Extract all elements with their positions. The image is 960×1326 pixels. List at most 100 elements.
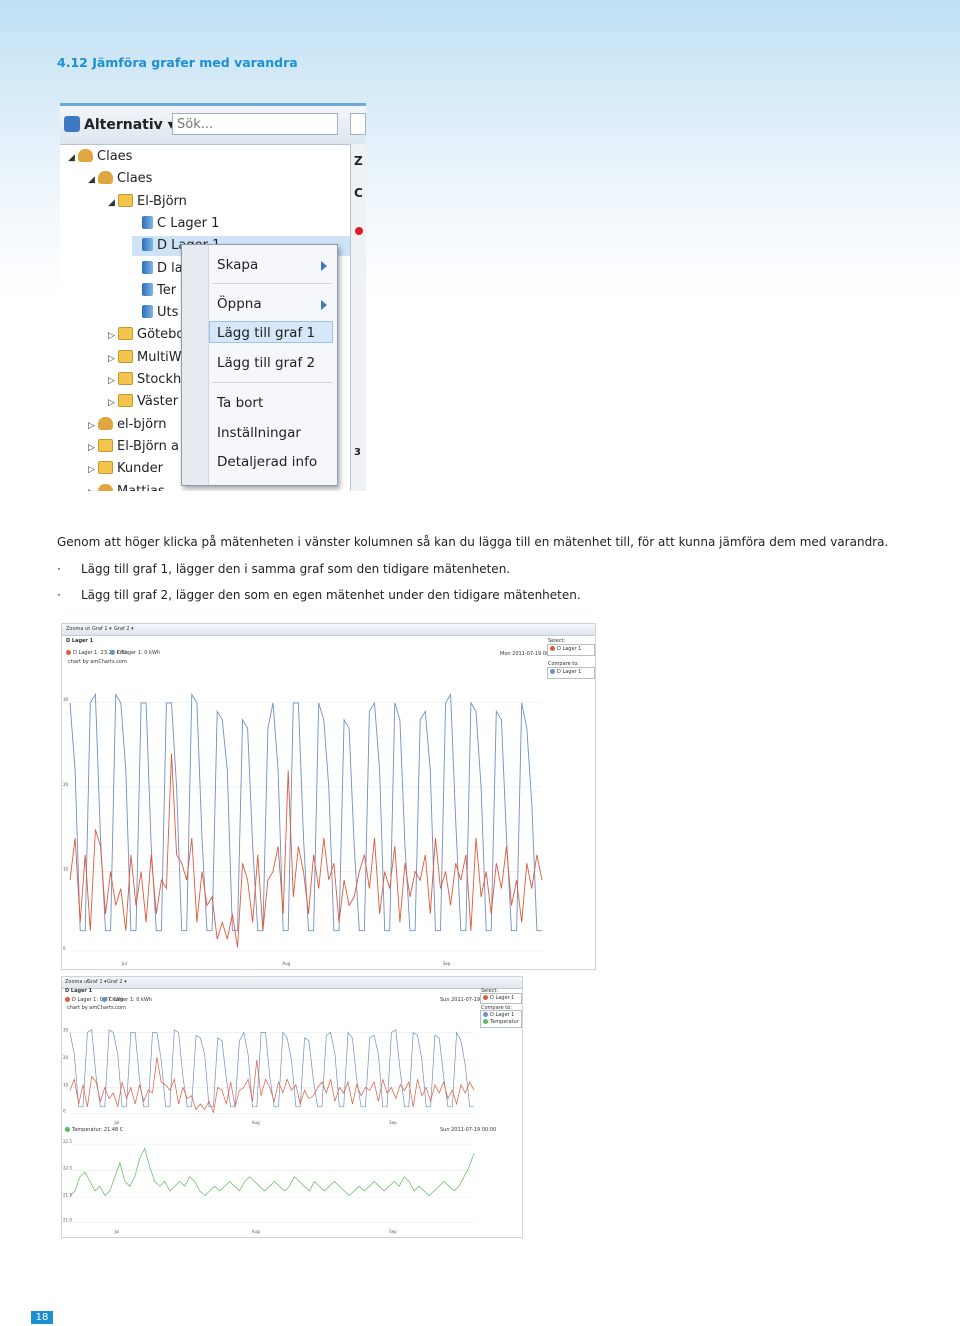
user-icon <box>98 416 113 430</box>
x-tick-label: Jul <box>113 1120 119 1125</box>
menu-item-oppna[interactable]: Öppna <box>217 294 262 314</box>
tree-node-label: D la <box>157 260 183 276</box>
page-number: 18 <box>31 1311 53 1324</box>
chart-title: D Lager 1 <box>65 988 93 994</box>
select-value: D Lager 1 <box>483 995 514 1001</box>
select-value-text: D Lager 1 <box>490 995 515 1001</box>
collapse-arrow-icon[interactable]: ▷ <box>88 483 98 492</box>
y-tick-label: 21.0 <box>63 1217 72 1222</box>
series-dot-icon <box>483 1012 488 1017</box>
select-dropdown[interactable]: D Lager 1 <box>547 644 595 656</box>
bullet-item-1: · Lägg till graf 1, lägger den i samma gr… <box>57 562 510 576</box>
compare-list[interactable]: D Lager 1 <box>547 667 595 679</box>
tree-node[interactable]: D la <box>132 259 183 279</box>
tree-node[interactable]: ◢ Claes <box>68 147 132 167</box>
right-panel-edge: Z C 3 <box>350 144 366 491</box>
bullet-text: Lägg till graf 2, lägger den som en egen… <box>81 588 581 602</box>
toolbar-side-field[interactable] <box>350 113 366 135</box>
menu-item-skapa[interactable]: Skapa <box>217 255 258 275</box>
tree-node-label: Kunder <box>117 461 163 477</box>
legend-item: C Lager 1: 0 kWh <box>110 650 160 656</box>
collapse-arrow-icon[interactable]: ▷ <box>88 438 98 458</box>
y-tick-label: 0 <box>63 1108 66 1113</box>
y-tick-label: 20 <box>63 782 69 787</box>
series-line-d-lager-1 <box>69 1057 475 1114</box>
user-group-icon <box>78 149 93 162</box>
tree-node-label: Väster <box>137 394 179 410</box>
expand-arrow-icon[interactable]: ◢ <box>68 148 78 168</box>
menu-item-label: Skapa <box>217 257 259 273</box>
graf-1-menu[interactable]: Graf 1 ▾ <box>92 624 112 635</box>
tree-node-label: Stockh <box>137 372 182 387</box>
meter-icon <box>142 282 153 296</box>
menu-item-label: Detaljerad info <box>217 454 318 470</box>
intro-paragraph: Genom att höger klicka på mätenheten i v… <box>57 535 889 549</box>
alternativ-menu-button[interactable]: Alternativ ▾ <box>64 114 175 136</box>
collapse-arrow-icon[interactable]: ▷ <box>108 349 118 369</box>
collapse-arrow-icon[interactable]: ▷ <box>88 460 98 480</box>
bullet-item-2: · Lägg till graf 2, lägger den som en ege… <box>57 588 581 602</box>
chart-screenshot-graf-2: Zooma ut Graf 1 ▾ Graf 2 ▾ D Lager 1 D L… <box>61 976 523 1238</box>
x-tick-label: Sep <box>389 1120 397 1125</box>
chart-plot-graf-2-upper: 0 10 20 30 Jul Aug Sep <box>63 1027 475 1125</box>
alternativ-label: Alternativ <box>84 117 163 133</box>
tree-context-menu-screenshot: Alternativ ▾ ◢ Claes ◢ Claes ◢ El-Björn C Lage… <box>60 103 366 491</box>
chart-title: D Lager 1 <box>66 638 94 644</box>
graf-2-menu[interactable]: Graf 2 ▾ <box>114 624 134 635</box>
tree-node[interactable]: ▷ Väster <box>108 392 178 412</box>
menu-item-lagg-till-graf-2[interactable]: Lägg till graf 2 <box>217 353 315 373</box>
menu-item-detaljerad-info[interactable]: Detaljerad info <box>217 452 317 472</box>
context-menu: Skapa Öppna Lägg till graf 1 Lägg till g… <box>181 244 338 486</box>
right-strip-text-2: C <box>354 186 363 200</box>
series-dot-icon <box>550 646 555 651</box>
select-dropdown[interactable]: D Lager 1 <box>480 993 522 1004</box>
collapse-arrow-icon[interactable]: ▷ <box>108 393 118 413</box>
legend-dot-icon <box>65 1127 70 1132</box>
tree-node[interactable]: ▷ Kunder <box>88 459 163 479</box>
legend-text: C Lager 1: 0 kWh <box>109 997 153 1003</box>
menu-item-ta-bort[interactable]: Ta bort <box>217 393 263 413</box>
tree-node[interactable]: ◢ Claes <box>88 169 152 189</box>
tree-node[interactable]: ▷ Mattias <box>88 482 165 492</box>
collapse-arrow-icon[interactable]: ▷ <box>88 416 98 436</box>
tree-node[interactable]: ▷ MultiW <box>108 348 182 368</box>
compare-list[interactable]: D Lager 1 Temperatur <box>480 1010 522 1028</box>
zoom-out-button[interactable]: Zooma ut <box>66 624 90 635</box>
menu-separator <box>212 283 332 284</box>
menu-item-label: Inställningar <box>217 425 301 441</box>
tree-node[interactable]: ▷ el-björn <box>88 415 166 435</box>
x-tick-label: Jul <box>113 1229 119 1234</box>
submenu-arrow-icon <box>321 261 327 271</box>
graf-1-menu[interactable]: Graf 1 ▾ <box>87 977 107 988</box>
y-tick-label: 22.5 <box>63 1139 72 1144</box>
tree-node[interactable]: ▷ Götebo <box>108 325 184 345</box>
chart-screenshot-graf-1: Zooma ut Graf 1 ▾ Graf 2 ▾ D Lager 1 D L… <box>61 623 596 970</box>
menu-item-label: Ta bort <box>217 395 264 411</box>
y-tick-label: 10 <box>63 866 69 871</box>
right-strip-text-1: Z <box>354 154 363 168</box>
tree-node[interactable]: ◢ El-Björn <box>108 192 187 212</box>
context-menu-gutter <box>182 245 209 485</box>
tree-node[interactable]: ▷ El-Björn a <box>88 437 179 457</box>
tree-node[interactable]: Uts <box>132 303 178 323</box>
collapse-arrow-icon[interactable]: ▷ <box>108 371 118 391</box>
compare-item-text: Temperatur <box>490 1019 519 1025</box>
collapse-arrow-icon[interactable]: ▷ <box>108 326 118 346</box>
tree-node-label: Mattias <box>117 483 165 492</box>
tree-node[interactable]: ▷ Stockh <box>108 370 181 390</box>
bullet-icon: · <box>57 588 61 602</box>
compare-item: D Lager 1 <box>550 669 581 675</box>
expand-arrow-icon[interactable]: ◢ <box>108 193 118 213</box>
app-icon <box>64 116 80 132</box>
expand-arrow-icon[interactable]: ◢ <box>88 170 98 190</box>
tree-node[interactable]: C Lager 1 <box>132 214 219 234</box>
legend-dot-icon <box>110 650 115 655</box>
zoom-out-button[interactable]: Zooma ut <box>65 977 89 988</box>
meter-icon <box>142 215 153 229</box>
series-line-d-lager-1 <box>69 753 543 948</box>
menu-item-installningar[interactable]: Inställningar <box>217 423 301 443</box>
menu-item-lagg-till-graf-1[interactable]: Lägg till graf 1 <box>217 323 315 343</box>
graf-2-menu[interactable]: Graf 2 ▾ <box>107 977 127 988</box>
tree-node[interactable]: Ter <box>132 281 176 301</box>
search-input[interactable] <box>172 113 338 135</box>
